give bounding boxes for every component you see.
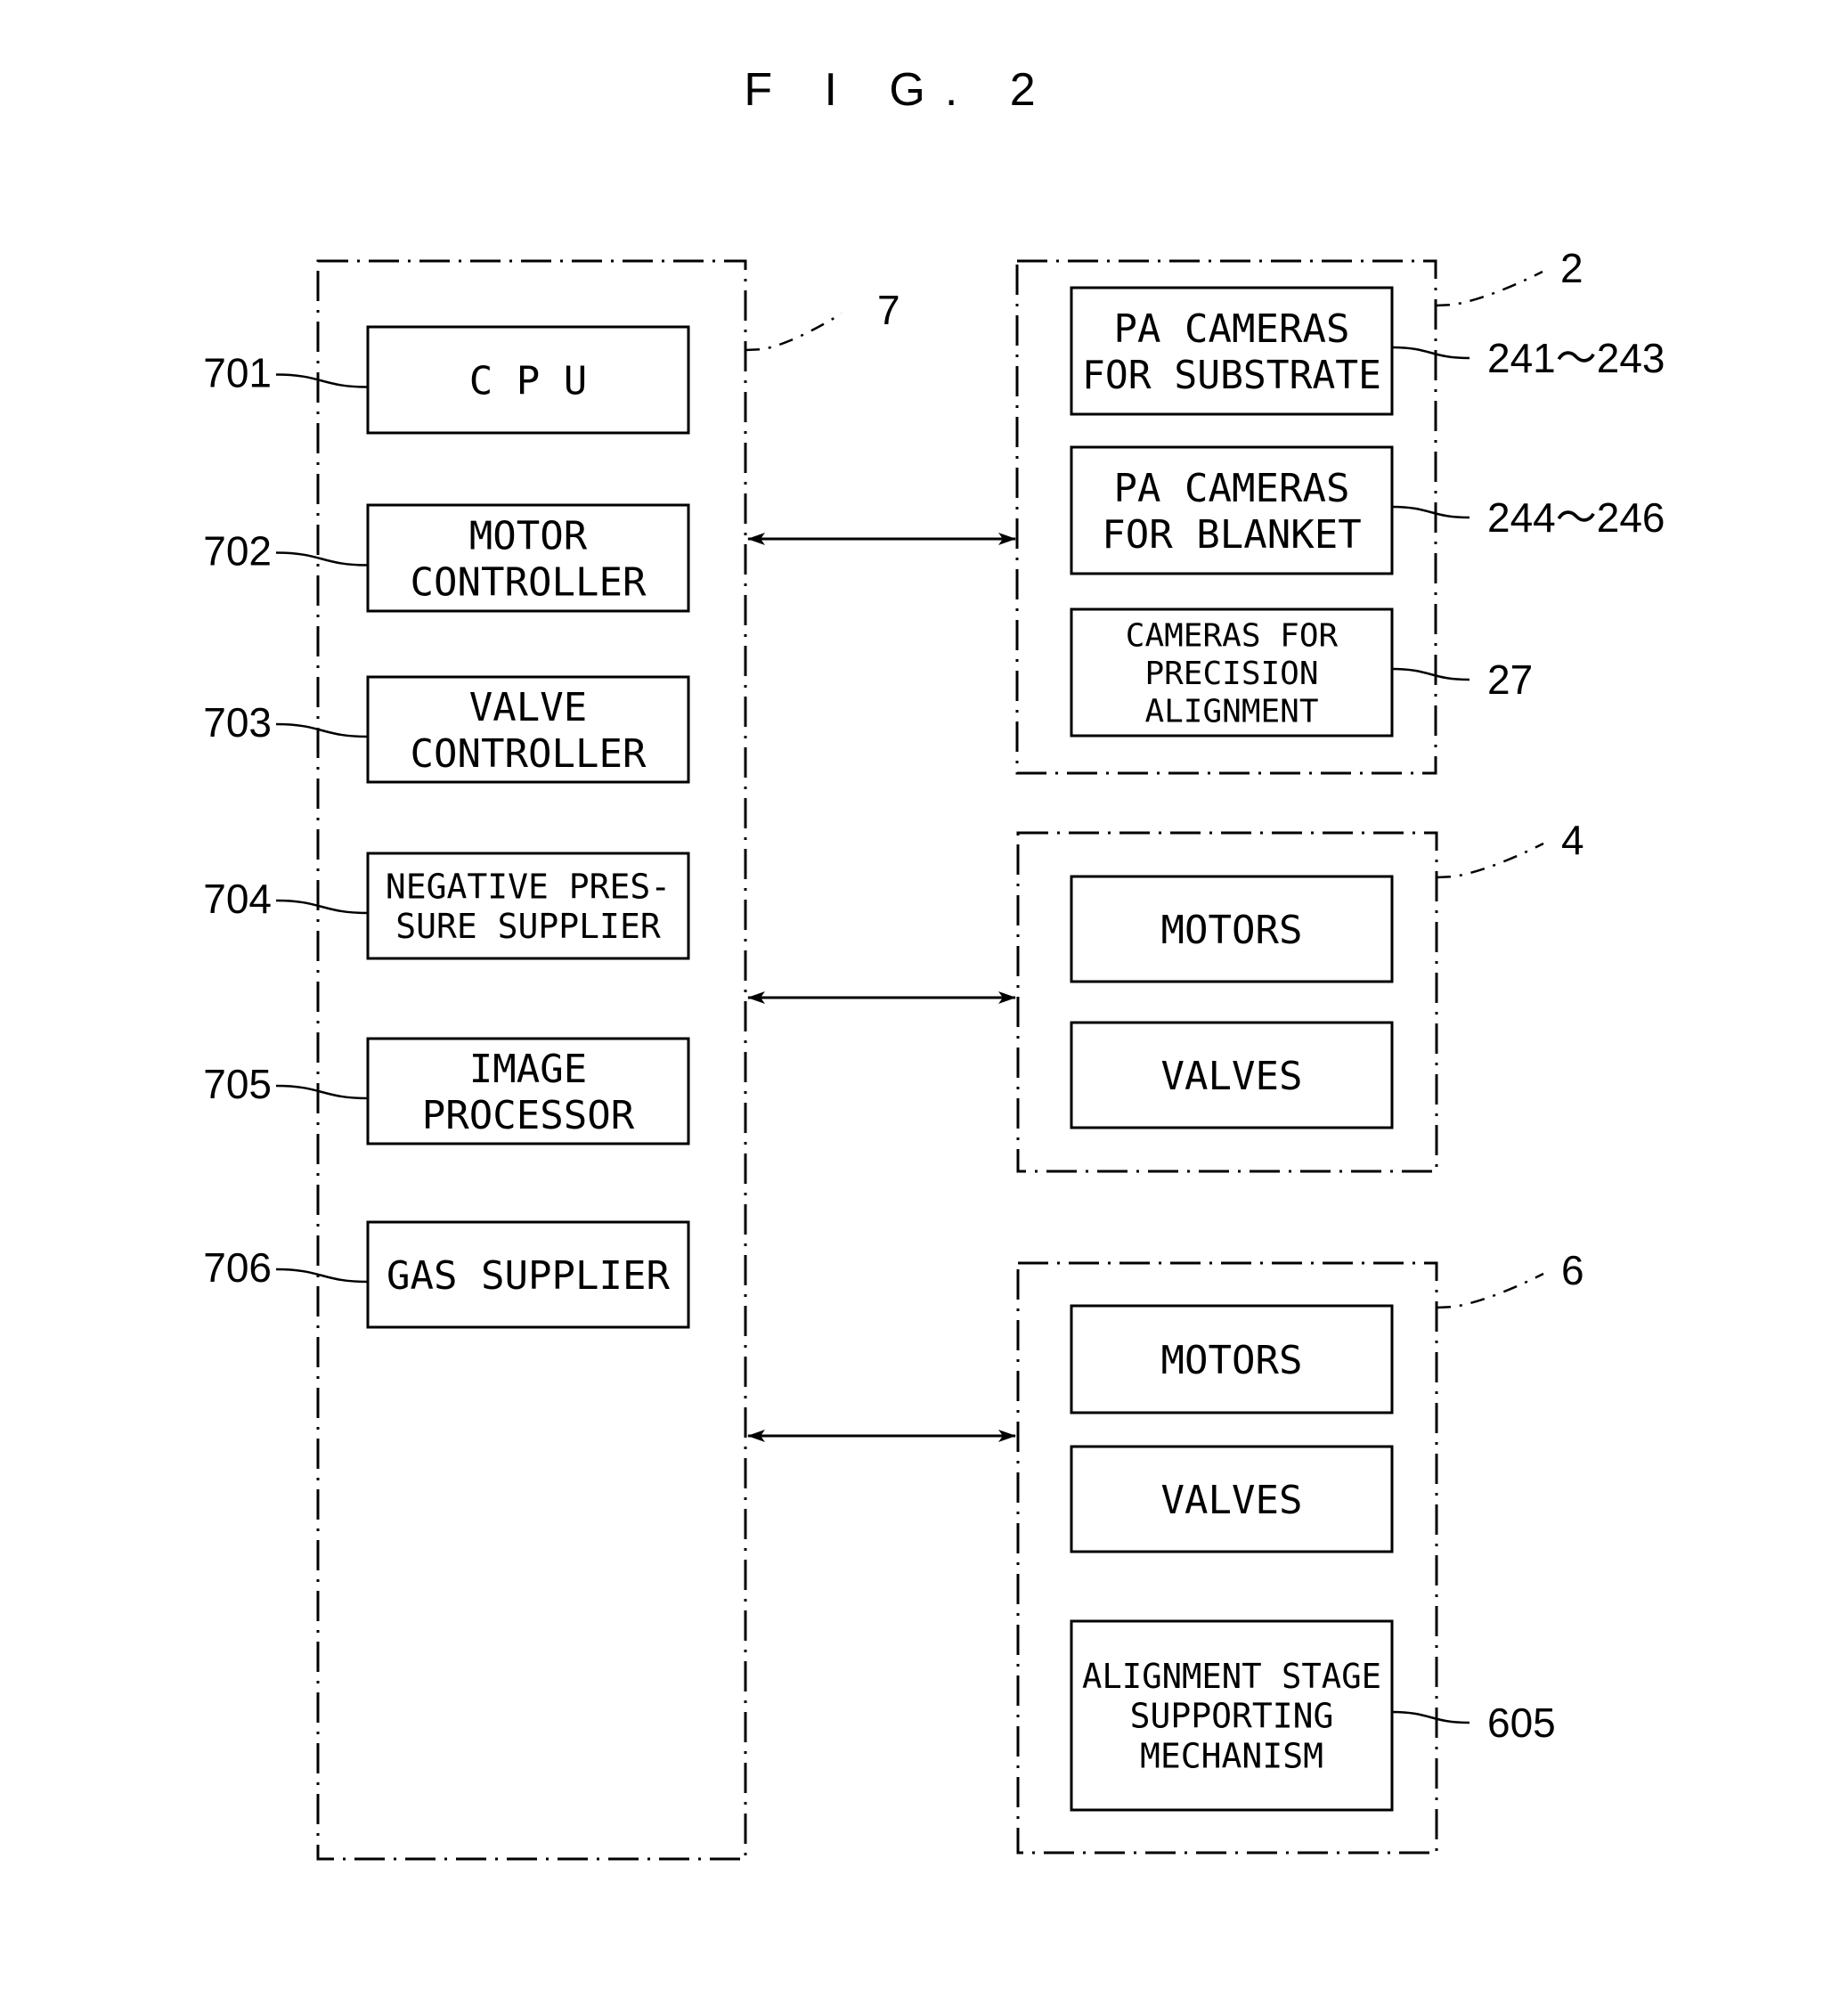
ref-leader-701 bbox=[275, 373, 369, 388]
controller-item-701: C P U bbox=[366, 325, 690, 435]
box-label-line: PA CAMERAS bbox=[1114, 306, 1350, 352]
box-label-line: MOTORS bbox=[1161, 908, 1303, 953]
box-label-line: MOTORS bbox=[1161, 1338, 1303, 1383]
ref-label-706: 706 bbox=[203, 1244, 272, 1291]
box-label-line: FOR BLANKET bbox=[1102, 512, 1361, 558]
box-label-line: PRECISION bbox=[1144, 656, 1318, 692]
device-item: PA CAMERASFOR BLANKET bbox=[1070, 445, 1394, 575]
box-label-line: GAS SUPPLIER bbox=[387, 1253, 670, 1299]
group-ref-label-2: 2 bbox=[1560, 245, 1583, 291]
group-ref-label-6: 6 bbox=[1561, 1247, 1584, 1293]
ref-leader-704 bbox=[275, 899, 369, 915]
block-diagram: F I G. 2 7C P U701MOTORCONTROLLER702VALV… bbox=[203, 64, 1665, 1861]
ref-label-701: 701 bbox=[203, 350, 272, 396]
ref-leader-705 bbox=[275, 1084, 369, 1100]
box-label-line: VALVES bbox=[1161, 1054, 1303, 1099]
box-label-line: CONTROLLER bbox=[411, 559, 647, 605]
controller-item-705: IMAGEPROCESSOR bbox=[366, 1037, 690, 1145]
controller-item-703: VALVECONTROLLER bbox=[366, 675, 690, 784]
box-label-line: PROCESSOR bbox=[422, 1093, 635, 1138]
controller-item-704: NEGATIVE PRES-SURE SUPPLIER bbox=[366, 852, 690, 960]
box-label-line: C P U bbox=[469, 358, 587, 404]
ref-label-241～243: 241～243 bbox=[1487, 335, 1665, 381]
figure-title: F I G. 2 bbox=[744, 64, 1054, 116]
box-label-line: VALVES bbox=[1161, 1478, 1303, 1523]
box-label-line: SUPPORTING bbox=[1130, 1697, 1334, 1736]
box-label-line: VALVE bbox=[469, 685, 587, 730]
ref-label-702: 702 bbox=[203, 528, 272, 575]
device-item: CAMERAS FORPRECISIONALIGNMENT bbox=[1070, 607, 1394, 738]
ref-leader-605 bbox=[1391, 1710, 1470, 1724]
ref-label-703: 703 bbox=[203, 699, 272, 746]
ref-label-704: 704 bbox=[203, 876, 272, 922]
box-label-line: IMAGE bbox=[469, 1047, 587, 1092]
controller-ref-label: 7 bbox=[877, 287, 900, 333]
box-label-line: CAMERAS FOR bbox=[1126, 617, 1339, 654]
device-item: PA CAMERASFOR SUBSTRATE bbox=[1070, 286, 1394, 416]
ref-leader-27 bbox=[1391, 667, 1470, 681]
ref-label-244～246: 244～246 bbox=[1487, 494, 1665, 541]
ref-leader-702 bbox=[275, 551, 369, 567]
box-label-line: MECHANISM bbox=[1140, 1737, 1323, 1776]
group-ref-leader-6 bbox=[1436, 1272, 1544, 1309]
device-item: MOTORS bbox=[1070, 875, 1394, 983]
box-label-line: CONTROLLER bbox=[411, 731, 647, 777]
ref-leader-706 bbox=[275, 1268, 369, 1284]
controller-ref-leader bbox=[745, 312, 843, 352]
device-item: VALVES bbox=[1070, 1021, 1394, 1129]
box-label-line: FOR SUBSTRATE bbox=[1082, 353, 1381, 398]
ref-label-27: 27 bbox=[1487, 656, 1533, 703]
group-ref-label-4: 4 bbox=[1561, 817, 1584, 863]
device-item: ALIGNMENT STAGESUPPORTINGMECHANISM bbox=[1070, 1619, 1394, 1812]
device-item: VALVES bbox=[1070, 1445, 1394, 1553]
box-label-line: ALIGNMENT STAGE bbox=[1082, 1657, 1381, 1696]
device-item: MOTORS bbox=[1070, 1304, 1394, 1414]
ref-leader-244～246 bbox=[1391, 505, 1470, 519]
box-label-line: ALIGNMENT bbox=[1144, 693, 1318, 730]
ref-label-705: 705 bbox=[203, 1061, 272, 1107]
group-ref-leader-2 bbox=[1435, 270, 1543, 307]
group-ref-leader-4 bbox=[1436, 842, 1544, 879]
ref-label-605: 605 bbox=[1487, 1700, 1556, 1746]
ref-leader-241～243 bbox=[1391, 346, 1470, 360]
ref-leader-703 bbox=[275, 722, 369, 738]
box-label-line: PA CAMERAS bbox=[1114, 466, 1350, 511]
controller-item-706: GAS SUPPLIER bbox=[366, 1220, 690, 1329]
controller-item-702: MOTORCONTROLLER bbox=[366, 503, 690, 613]
box-label-line: NEGATIVE PRES- bbox=[386, 867, 671, 906]
box-label-line: SURE SUPPLIER bbox=[395, 907, 661, 946]
box-label-line: MOTOR bbox=[469, 513, 588, 558]
